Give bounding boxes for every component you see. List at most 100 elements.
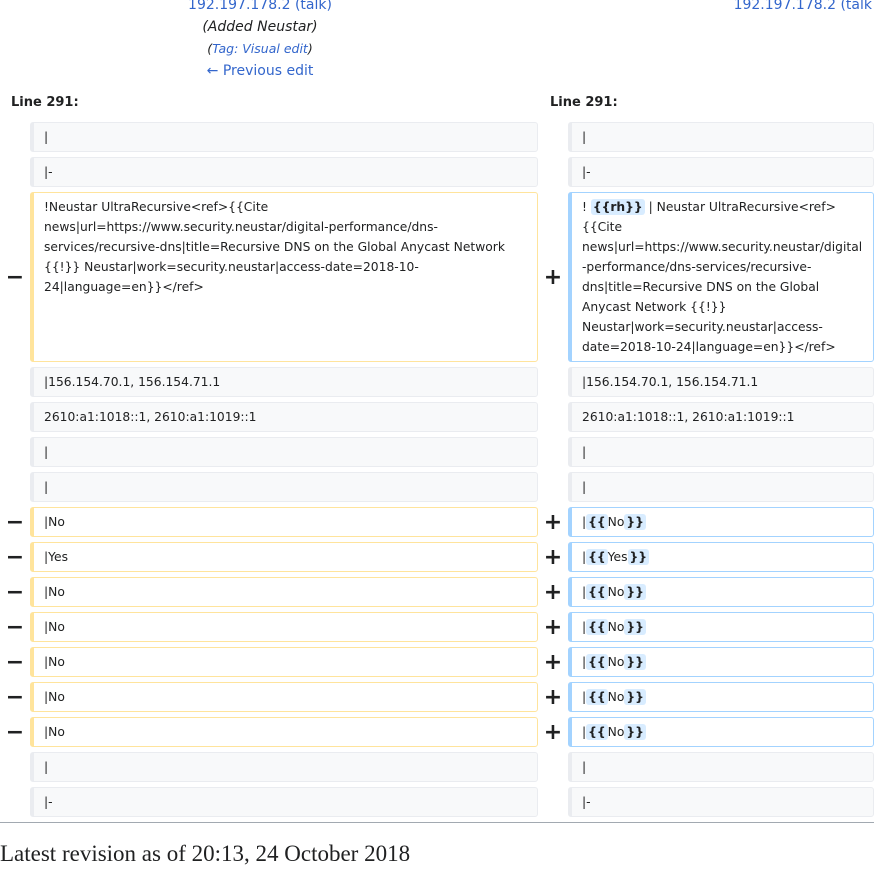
text-segment: ! <box>582 200 591 214</box>
inserted-text: {{ <box>586 724 608 740</box>
empty-marker <box>538 472 568 502</box>
inserted-text: {{ <box>586 619 608 635</box>
inserted-text: }} <box>624 619 646 635</box>
divider <box>0 822 874 823</box>
context-line-left: |156.154.70.1, 156.154.71.1 <box>30 367 538 397</box>
diff-row: | | <box>0 752 874 782</box>
minus-marker: − <box>5 719 25 745</box>
line-number-left: Line 291: <box>11 95 79 110</box>
inserted-text: {{rh}} <box>590 199 645 215</box>
deleted-line: |No <box>30 647 538 677</box>
latest-revision-heading: Latest revision as of 20:13, 24 October … <box>0 841 411 866</box>
tag-link[interactable]: Tag: Visual edit <box>212 41 308 56</box>
old-revision-header: 192.197.178.2 (talk) (Added Neustar) (Ta… <box>130 0 390 82</box>
context-line-left: |- <box>30 157 538 187</box>
text-segment: 2610:a1:1018::1, 2610:a1:1019::1 <box>582 410 795 424</box>
context-line-left: | <box>30 122 538 152</box>
plus-marker: + <box>543 544 563 570</box>
inserted-text: {{ <box>586 514 608 530</box>
minus-marker: − <box>5 509 25 535</box>
context-line-right: 2610:a1:1018::1, 2610:a1:1019::1 <box>568 402 874 432</box>
inserted-text: {{ <box>586 584 608 600</box>
plus-marker: + <box>543 579 563 605</box>
context-line-right: | <box>568 752 874 782</box>
deleted-line: |No <box>30 682 538 712</box>
context-line-left: | <box>30 752 538 782</box>
empty-marker <box>0 122 30 152</box>
context-line-left: | <box>30 437 538 467</box>
inserted-text: {{ <box>586 549 608 565</box>
empty-marker <box>0 402 30 432</box>
tag-line: (Tag: Visual edit) <box>130 38 390 60</box>
deleted-line: !Neustar UltraRecursive<ref>{{Cite news|… <box>30 192 538 362</box>
plus-marker: + <box>543 264 563 290</box>
inserted-text: }} <box>624 724 646 740</box>
minus-marker: − <box>5 544 25 570</box>
diff-row: |- |- <box>0 787 874 817</box>
plus-marker: + <box>543 649 563 675</box>
deleted-line: |No <box>30 507 538 537</box>
added-line: |{{Yes}} <box>568 542 874 572</box>
inserted-text: }} <box>624 584 646 600</box>
diff-row: |- |- <box>0 157 874 187</box>
empty-marker <box>0 752 30 782</box>
minus-marker: − <box>5 579 25 605</box>
text-segment: | <box>582 130 587 144</box>
text-segment: | <box>582 445 587 459</box>
empty-marker <box>0 787 30 817</box>
inserted-text: }} <box>624 514 646 530</box>
user-link[interactable]: 192.197.178.2 <box>734 0 836 13</box>
text-segment: No <box>607 690 625 704</box>
empty-marker <box>538 157 568 187</box>
text-segment: No <box>607 620 625 634</box>
minus-marker: − <box>5 614 25 640</box>
empty-marker <box>538 787 568 817</box>
diff-row: − !Neustar UltraRecursive<ref>{{Cite news… <box>0 192 874 362</box>
context-line-right: | <box>568 122 874 152</box>
diff-row: − |No + |{{No}} <box>0 647 874 677</box>
diff-row: − |No + |{{No}} <box>0 682 874 712</box>
talk-link[interactable]: (talk) <box>295 0 332 13</box>
context-line-left: |- <box>30 787 538 817</box>
minus-marker: − <box>5 264 25 290</box>
context-line-right: |- <box>568 787 874 817</box>
diff-row: | | <box>0 437 874 467</box>
minus-marker: − <box>5 684 25 710</box>
context-line-right: |156.154.70.1, 156.154.71.1 <box>568 367 874 397</box>
empty-marker <box>538 122 568 152</box>
context-line-right: | <box>568 472 874 502</box>
deleted-line: |No <box>30 612 538 642</box>
user-link[interactable]: 192.197.178.2 <box>188 0 290 13</box>
previous-edit-link[interactable]: ← Previous edit <box>207 63 314 79</box>
text-segment: |- <box>582 795 591 809</box>
empty-marker <box>0 472 30 502</box>
added-line: |{{No}} <box>568 647 874 677</box>
edit-summary: (Added Neustar) <box>202 19 318 35</box>
inserted-text: {{ <box>586 654 608 670</box>
context-line-left: | <box>30 472 538 502</box>
added-line: |{{No}} <box>568 682 874 712</box>
added-line: |{{No}} <box>568 507 874 537</box>
empty-marker <box>538 752 568 782</box>
plus-marker: + <box>543 719 563 745</box>
diff-row: − |Yes + |{{Yes}} <box>0 542 874 572</box>
empty-marker <box>0 367 30 397</box>
deleted-line: |Yes <box>30 542 538 572</box>
text-segment: |- <box>582 165 591 179</box>
empty-marker <box>538 367 568 397</box>
plus-marker: + <box>543 509 563 535</box>
text-segment: No <box>607 655 625 669</box>
text-segment: | Neustar UltraRecursive<ref>{{Cite news… <box>582 200 863 354</box>
text-segment: No <box>607 585 625 599</box>
line-number-right: Line 291: <box>550 95 618 110</box>
text-segment: | <box>582 480 587 494</box>
text-segment: No <box>607 725 625 739</box>
empty-marker <box>538 437 568 467</box>
context-line-left: 2610:a1:1018::1, 2610:a1:1019::1 <box>30 402 538 432</box>
text-segment: |156.154.70.1, 156.154.71.1 <box>582 375 759 389</box>
added-line: |{{No}} <box>568 717 874 747</box>
text-segment: | <box>582 760 587 774</box>
talk-link[interactable]: (talk <box>840 0 872 13</box>
inserted-text: }} <box>627 549 650 565</box>
empty-marker <box>0 157 30 187</box>
